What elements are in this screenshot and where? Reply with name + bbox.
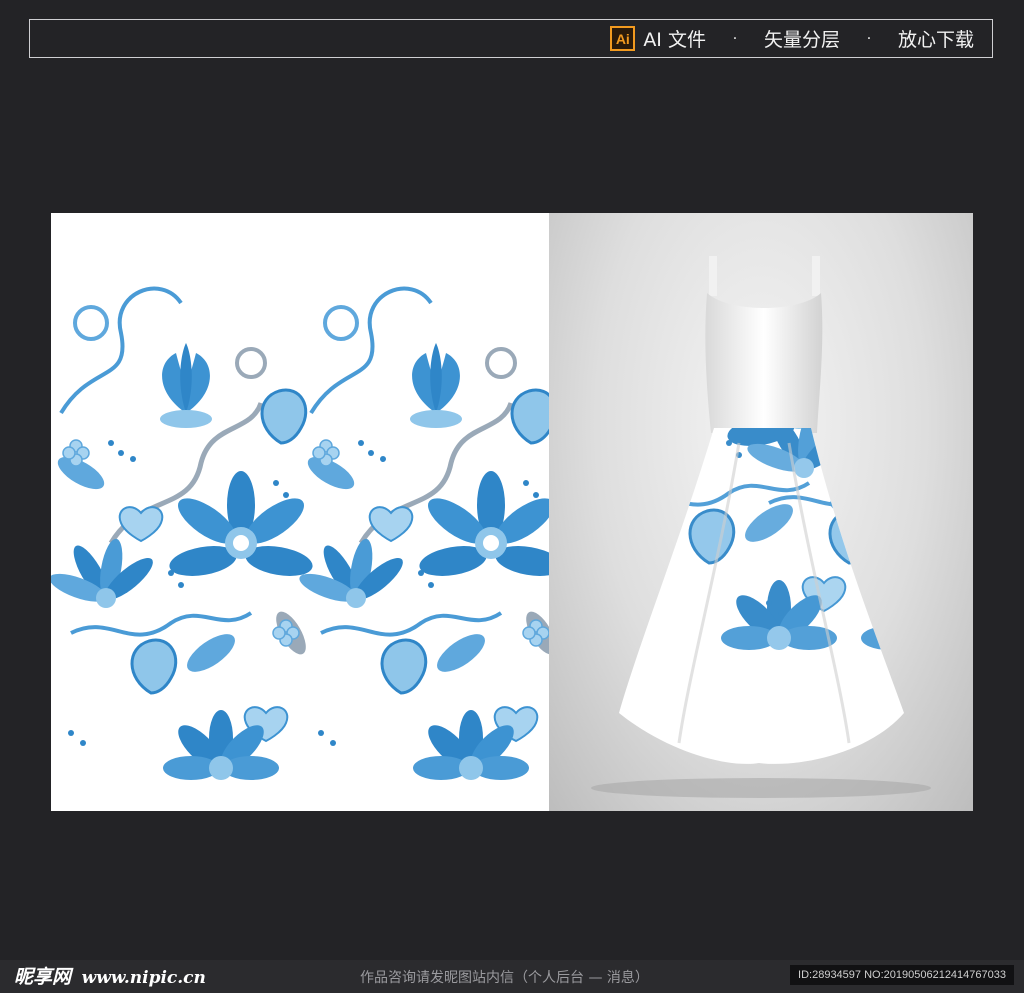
separator-dot: · <box>866 30 872 47</box>
product-showcase <box>51 213 973 811</box>
dress-mockup-panel <box>549 213 973 811</box>
dress-mockup <box>591 256 931 798</box>
site-logo[interactable]: 昵享网 www.nipic.cn <box>14 962 206 989</box>
logo-url: www.nipic.cn <box>81 968 206 988</box>
tag-safe-download: 放心下载 <box>897 29 974 51</box>
logo-text: 昵享网 <box>14 966 72 988</box>
work-id-label: ID:28934597 NO:20190506212414767033 <box>790 965 1014 985</box>
tag-vector-layers: 矢量分层 <box>763 29 840 51</box>
footer-message: 作品咨询请发昵图站内信（个人后台 — 消息） <box>360 970 649 986</box>
tag-ai-file: AI 文件 <box>643 29 706 51</box>
ai-file-icon: Ai <box>610 26 636 51</box>
footer-bar: 昵享网 www.nipic.cn 作品咨询请发昵图站内信（个人后台 — 消息） … <box>0 960 1024 993</box>
separator-dot: · <box>732 30 738 47</box>
top-banner: Ai AI 文件 · 矢量分层 · 放心下载 <box>29 19 993 58</box>
feature-tags: Ai AI 文件 · 矢量分层 · 放心下载 <box>610 20 974 57</box>
floral-pattern-panel <box>51 213 549 811</box>
paisley-floral-border-pattern <box>51 213 549 811</box>
